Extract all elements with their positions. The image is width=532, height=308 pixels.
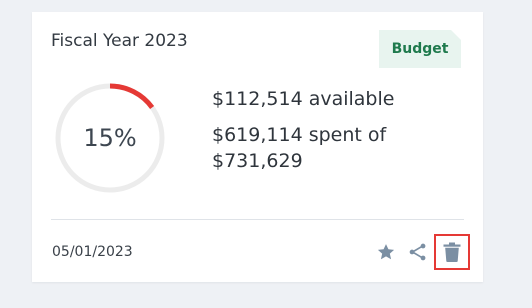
available-amount: $112,514 available bbox=[212, 88, 395, 110]
card-title: Fiscal Year 2023 bbox=[51, 31, 188, 51]
share-icon bbox=[409, 243, 426, 261]
trash-icon bbox=[443, 242, 461, 262]
budget-badge: Budget bbox=[379, 30, 461, 68]
budget-card: Fiscal Year 2023 Budget 15% $112,514 ava… bbox=[32, 12, 483, 282]
card-divider bbox=[51, 219, 464, 220]
favorite-button[interactable] bbox=[372, 238, 400, 266]
delete-button[interactable] bbox=[434, 234, 470, 270]
card-date: 05/01/2023 bbox=[52, 244, 133, 260]
share-button[interactable] bbox=[404, 238, 432, 266]
spent-amount: $619,114 spent of $731,629 bbox=[212, 124, 387, 172]
card-actions bbox=[372, 234, 470, 270]
budget-stats: $112,514 available $619,114 spent of $73… bbox=[212, 86, 462, 174]
progress-percent: 15% bbox=[83, 124, 137, 152]
star-icon bbox=[377, 244, 395, 260]
